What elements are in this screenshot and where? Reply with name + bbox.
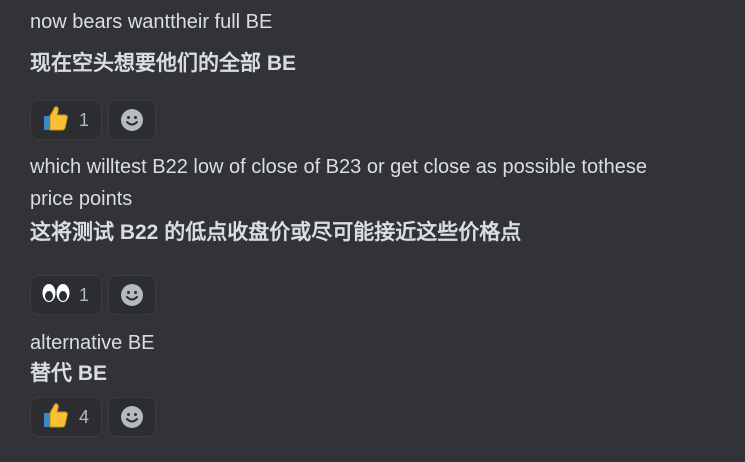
reaction-count: 4 [79, 406, 90, 427]
add-reaction-button[interactable] [108, 100, 156, 140]
add-reaction-button[interactable] [108, 397, 156, 437]
message-1: now bears wanttheir full BE 现在空头想要他们的全部 … [30, 6, 720, 80]
thumbs-up-icon [41, 104, 69, 136]
message-text-en-line2: price points [30, 188, 133, 210]
reaction-count: 1 [79, 109, 90, 130]
reaction-thumbs-up[interactable]: 4 [30, 397, 102, 437]
message-text-zh: 替代 BE [30, 362, 108, 385]
smile-icon [121, 406, 143, 428]
reactions-3: 4 [30, 397, 156, 437]
smile-icon [121, 109, 143, 131]
message-text-zh: 这将测试 B22 的低点收盘价或尽可能接近这些价格点 [30, 221, 522, 244]
reactions-1: 1 [30, 100, 156, 140]
reaction-eyes[interactable]: 1 [30, 275, 102, 315]
reactions-2: 1 [30, 275, 156, 315]
add-reaction-button[interactable] [108, 275, 156, 315]
eyes-icon [41, 279, 70, 311]
message-text-en-line1: which willtest B22 low of close of B23 o… [30, 156, 647, 178]
message-2: which willtest B22 low of close of B23 o… [30, 151, 720, 249]
smile-icon [121, 284, 143, 306]
reaction-count: 1 [79, 284, 90, 305]
message-text-zh: 现在空头想要他们的全部 BE [30, 52, 297, 75]
reaction-thumbs-up[interactable]: 1 [30, 100, 102, 140]
thumbs-up-icon [41, 401, 69, 433]
message-text-en: now bears wanttheir full BE [30, 11, 273, 33]
message-3: alternative BE 替代 BE [30, 327, 720, 390]
message-text-en: alternative BE [30, 332, 155, 354]
